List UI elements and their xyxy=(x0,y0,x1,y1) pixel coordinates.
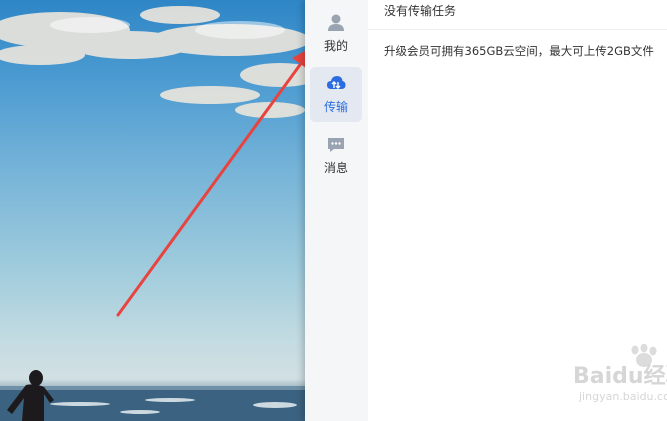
empty-state-title: 没有传输任务 xyxy=(384,4,457,18)
sidebar-item-label: 传输 xyxy=(323,100,348,114)
upgrade-promo-link[interactable]: 升级会员可拥有365GB云空间，最大可上传2GB文件 xyxy=(384,44,654,58)
sidebar: 我的 传输 消息 xyxy=(305,0,368,421)
sidebar-item-label: 我的 xyxy=(323,39,348,53)
watermark-brand: Baidu经验 xyxy=(573,364,667,389)
user-icon xyxy=(328,14,344,31)
sidebar-item-messages[interactable]: 消息 xyxy=(310,128,362,183)
baidu-jingyan-watermark: Baidu经验 jingyan.baidu.com xyxy=(573,344,667,410)
divider xyxy=(368,29,667,30)
sidebar-item-transfer[interactable]: 传输 xyxy=(310,67,362,122)
screen: 我的 传输 消息 没有传输任务 升级会员可拥有365GB云空间，最大可上传2GB… xyxy=(0,0,667,421)
transfer-app-window: 我的 传输 消息 没有传输任务 升级会员可拥有365GB云空间，最大可上传2GB… xyxy=(305,0,667,421)
cloud-transfer-icon xyxy=(327,76,346,89)
chat-bubble-icon xyxy=(328,138,344,152)
paw-logo-icon xyxy=(631,344,657,367)
watermark-url: jingyan.baidu.com xyxy=(579,390,667,403)
desktop-wallpaper xyxy=(0,0,305,421)
wallpaper-scene xyxy=(0,6,305,421)
sidebar-item-label: 消息 xyxy=(323,161,348,175)
sidebar-item-mine[interactable]: 我的 xyxy=(310,6,362,61)
transfer-content: 没有传输任务 升级会员可拥有365GB云空间，最大可上传2GB文件 Baidu经… xyxy=(368,0,667,421)
